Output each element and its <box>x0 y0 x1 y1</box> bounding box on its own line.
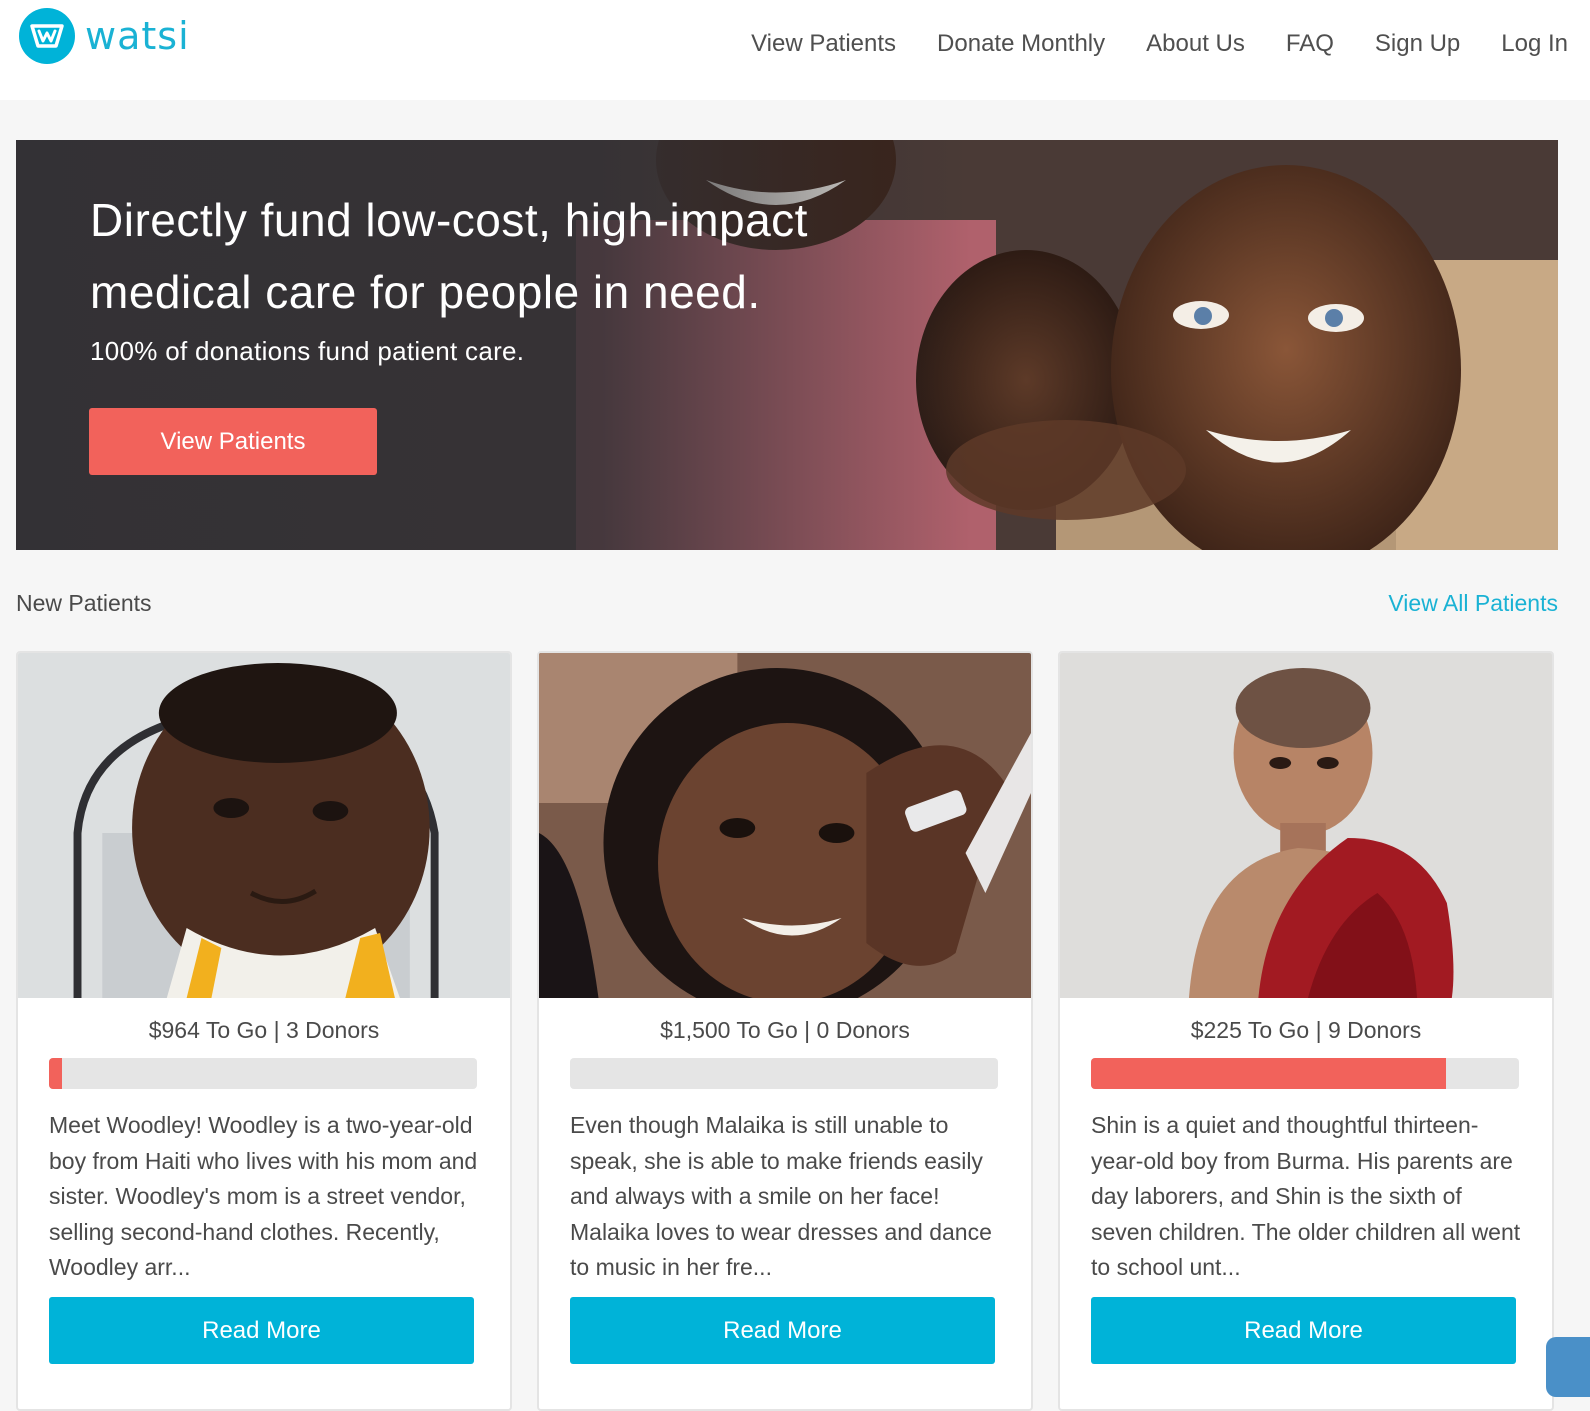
patient-card: $964 To Go | 3 Donors Meet Woodley! Wood… <box>16 651 512 1411</box>
read-more-button[interactable]: Read More <box>1091 1297 1516 1364</box>
patient-description: Shin is a quiet and thoughtful thirteen-… <box>1091 1112 1521 1280</box>
patient-stats: $225 To Go | 9 Donors <box>1190 1017 1422 1043</box>
funding-progress-bar <box>1091 1058 1519 1089</box>
site-header: watsi View Patients Donate Monthly About… <box>0 0 1590 100</box>
nav-donate-monthly[interactable]: Donate Monthly <box>937 26 1105 62</box>
hero-subtitle: 100% of donations fund patient care. <box>90 336 525 366</box>
patient-card: $1,500 To Go | 0 Donors Even though Mala… <box>537 651 1033 1411</box>
funding-progress-fill <box>1091 1058 1447 1089</box>
chat-widget-button[interactable] <box>1546 1337 1590 1397</box>
nav-faq[interactable]: FAQ <box>1286 26 1334 62</box>
watsi-w-logo-icon <box>19 8 75 64</box>
read-more-button[interactable]: Read More <box>570 1297 995 1364</box>
nav-view-patients[interactable]: View Patients <box>751 26 896 62</box>
patient-description: Even though Malaika is still unable to s… <box>570 1112 992 1280</box>
patient-photo-malaika[interactable] <box>539 653 1031 998</box>
funding-progress-bar <box>49 1058 477 1089</box>
nav-log-in[interactable]: Log In <box>1501 26 1568 62</box>
logo-wordmark: watsi <box>85 14 190 58</box>
main-nav: View Patients Donate Monthly About Us FA… <box>710 26 1568 62</box>
patient-photo-shin[interactable] <box>1060 653 1552 998</box>
nav-sign-up[interactable]: Sign Up <box>1375 26 1460 62</box>
patient-stats: $1,500 To Go | 0 Donors <box>660 1017 910 1043</box>
watsi-logo[interactable]: watsi <box>19 8 190 64</box>
funding-progress-bar <box>570 1058 998 1089</box>
patient-description: Meet Woodley! Woodley is a two-year-old … <box>49 1112 478 1280</box>
new-patients-heading: New Patients <box>16 590 152 616</box>
hero-banner: Directly fund low-cost, high-impact medi… <box>16 140 1558 550</box>
funding-progress-fill <box>49 1058 62 1089</box>
hero-view-patients-button[interactable]: View Patients <box>89 408 377 475</box>
read-more-button[interactable]: Read More <box>49 1297 474 1364</box>
patient-photo-woodley[interactable] <box>18 653 510 998</box>
view-all-patients-link[interactable]: View All Patients <box>1388 590 1558 617</box>
patient-stats: $964 To Go | 3 Donors <box>148 1017 380 1043</box>
nav-about-us[interactable]: About Us <box>1146 26 1245 62</box>
patient-card: $225 To Go | 9 Donors Shin is a quiet an… <box>1058 651 1554 1411</box>
hero-title: Directly fund low-cost, high-impact medi… <box>90 194 808 318</box>
